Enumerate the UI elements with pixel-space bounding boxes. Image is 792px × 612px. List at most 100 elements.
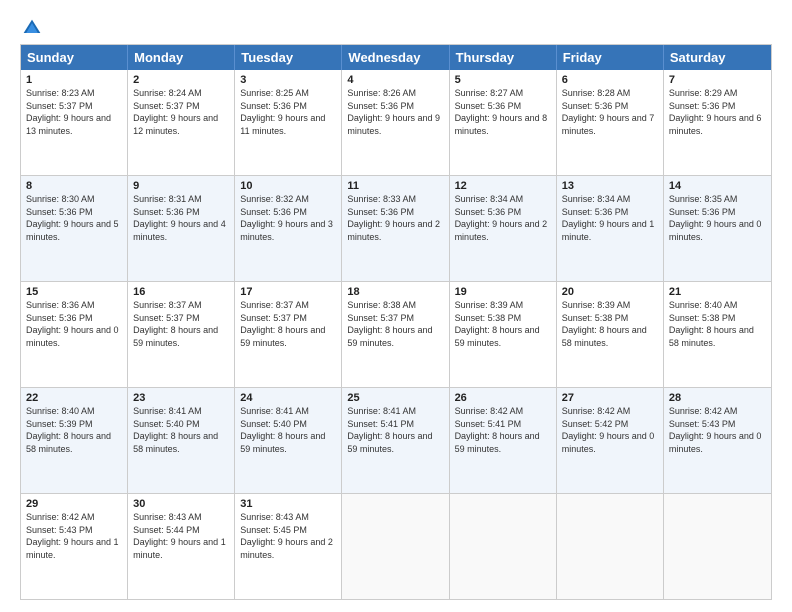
- day-info: Sunrise: 8:31 AMSunset: 5:36 PMDaylight:…: [133, 193, 229, 243]
- calendar-cell: 12Sunrise: 8:34 AMSunset: 5:36 PMDayligh…: [450, 176, 557, 281]
- day-number: 22: [26, 392, 122, 404]
- calendar-row-3: 15Sunrise: 8:36 AMSunset: 5:36 PMDayligh…: [21, 282, 771, 388]
- day-number: 13: [562, 180, 658, 192]
- calendar-cell: 4Sunrise: 8:26 AMSunset: 5:36 PMDaylight…: [342, 70, 449, 175]
- calendar-cell: 2Sunrise: 8:24 AMSunset: 5:37 PMDaylight…: [128, 70, 235, 175]
- day-number: 3: [240, 74, 336, 86]
- calendar-cell: 28Sunrise: 8:42 AMSunset: 5:43 PMDayligh…: [664, 388, 771, 493]
- day-info: Sunrise: 8:27 AMSunset: 5:36 PMDaylight:…: [455, 87, 551, 137]
- calendar-cell: 14Sunrise: 8:35 AMSunset: 5:36 PMDayligh…: [664, 176, 771, 281]
- day-info: Sunrise: 8:42 AMSunset: 5:41 PMDaylight:…: [455, 405, 551, 455]
- day-info: Sunrise: 8:40 AMSunset: 5:38 PMDaylight:…: [669, 299, 766, 349]
- day-info: Sunrise: 8:43 AMSunset: 5:44 PMDaylight:…: [133, 511, 229, 561]
- day-info: Sunrise: 8:30 AMSunset: 5:36 PMDaylight:…: [26, 193, 122, 243]
- calendar-row-1: 1Sunrise: 8:23 AMSunset: 5:37 PMDaylight…: [21, 70, 771, 176]
- calendar-cell: 6Sunrise: 8:28 AMSunset: 5:36 PMDaylight…: [557, 70, 664, 175]
- day-number: 30: [133, 498, 229, 510]
- calendar-cell: [664, 494, 771, 599]
- day-info: Sunrise: 8:28 AMSunset: 5:36 PMDaylight:…: [562, 87, 658, 137]
- calendar-cell: 9Sunrise: 8:31 AMSunset: 5:36 PMDaylight…: [128, 176, 235, 281]
- day-info: Sunrise: 8:32 AMSunset: 5:36 PMDaylight:…: [240, 193, 336, 243]
- calendar-cell: 1Sunrise: 8:23 AMSunset: 5:37 PMDaylight…: [21, 70, 128, 175]
- day-info: Sunrise: 8:24 AMSunset: 5:37 PMDaylight:…: [133, 87, 229, 137]
- day-info: Sunrise: 8:38 AMSunset: 5:37 PMDaylight:…: [347, 299, 443, 349]
- day-info: Sunrise: 8:34 AMSunset: 5:36 PMDaylight:…: [455, 193, 551, 243]
- calendar-body: 1Sunrise: 8:23 AMSunset: 5:37 PMDaylight…: [21, 70, 771, 599]
- calendar-cell: 7Sunrise: 8:29 AMSunset: 5:36 PMDaylight…: [664, 70, 771, 175]
- day-info: Sunrise: 8:39 AMSunset: 5:38 PMDaylight:…: [455, 299, 551, 349]
- calendar-cell: 15Sunrise: 8:36 AMSunset: 5:36 PMDayligh…: [21, 282, 128, 387]
- day-info: Sunrise: 8:42 AMSunset: 5:42 PMDaylight:…: [562, 405, 658, 455]
- day-info: Sunrise: 8:43 AMSunset: 5:45 PMDaylight:…: [240, 511, 336, 561]
- calendar-cell: 29Sunrise: 8:42 AMSunset: 5:43 PMDayligh…: [21, 494, 128, 599]
- calendar-cell: 22Sunrise: 8:40 AMSunset: 5:39 PMDayligh…: [21, 388, 128, 493]
- page: SundayMondayTuesdayWednesdayThursdayFrid…: [0, 0, 792, 612]
- day-info: Sunrise: 8:26 AMSunset: 5:36 PMDaylight:…: [347, 87, 443, 137]
- day-number: 12: [455, 180, 551, 192]
- header-day-sunday: Sunday: [21, 45, 128, 70]
- day-number: 24: [240, 392, 336, 404]
- day-number: 27: [562, 392, 658, 404]
- day-info: Sunrise: 8:33 AMSunset: 5:36 PMDaylight:…: [347, 193, 443, 243]
- day-number: 8: [26, 180, 122, 192]
- calendar-cell: 23Sunrise: 8:41 AMSunset: 5:40 PMDayligh…: [128, 388, 235, 493]
- header-day-monday: Monday: [128, 45, 235, 70]
- calendar-cell: 24Sunrise: 8:41 AMSunset: 5:40 PMDayligh…: [235, 388, 342, 493]
- day-info: Sunrise: 8:29 AMSunset: 5:36 PMDaylight:…: [669, 87, 766, 137]
- calendar-cell: 5Sunrise: 8:27 AMSunset: 5:36 PMDaylight…: [450, 70, 557, 175]
- header: [20, 18, 772, 38]
- day-number: 14: [669, 180, 766, 192]
- day-info: Sunrise: 8:41 AMSunset: 5:40 PMDaylight:…: [240, 405, 336, 455]
- day-number: 16: [133, 286, 229, 298]
- day-number: 28: [669, 392, 766, 404]
- day-number: 6: [562, 74, 658, 86]
- calendar-cell: 16Sunrise: 8:37 AMSunset: 5:37 PMDayligh…: [128, 282, 235, 387]
- calendar-cell: 31Sunrise: 8:43 AMSunset: 5:45 PMDayligh…: [235, 494, 342, 599]
- day-number: 19: [455, 286, 551, 298]
- calendar-cell: 18Sunrise: 8:38 AMSunset: 5:37 PMDayligh…: [342, 282, 449, 387]
- calendar-cell: 19Sunrise: 8:39 AMSunset: 5:38 PMDayligh…: [450, 282, 557, 387]
- day-number: 20: [562, 286, 658, 298]
- day-number: 15: [26, 286, 122, 298]
- calendar-cell: 25Sunrise: 8:41 AMSunset: 5:41 PMDayligh…: [342, 388, 449, 493]
- calendar-cell: 26Sunrise: 8:42 AMSunset: 5:41 PMDayligh…: [450, 388, 557, 493]
- day-number: 1: [26, 74, 122, 86]
- header-day-tuesday: Tuesday: [235, 45, 342, 70]
- logo: [20, 18, 42, 38]
- calendar-cell: [450, 494, 557, 599]
- calendar-cell: 10Sunrise: 8:32 AMSunset: 5:36 PMDayligh…: [235, 176, 342, 281]
- header-day-wednesday: Wednesday: [342, 45, 449, 70]
- calendar-cell: 13Sunrise: 8:34 AMSunset: 5:36 PMDayligh…: [557, 176, 664, 281]
- day-info: Sunrise: 8:23 AMSunset: 5:37 PMDaylight:…: [26, 87, 122, 137]
- calendar-cell: 30Sunrise: 8:43 AMSunset: 5:44 PMDayligh…: [128, 494, 235, 599]
- day-number: 7: [669, 74, 766, 86]
- day-info: Sunrise: 8:41 AMSunset: 5:41 PMDaylight:…: [347, 405, 443, 455]
- day-number: 5: [455, 74, 551, 86]
- header-day-thursday: Thursday: [450, 45, 557, 70]
- day-info: Sunrise: 8:42 AMSunset: 5:43 PMDaylight:…: [669, 405, 766, 455]
- logo-icon: [22, 18, 42, 38]
- calendar-cell: 8Sunrise: 8:30 AMSunset: 5:36 PMDaylight…: [21, 176, 128, 281]
- calendar-cell: 3Sunrise: 8:25 AMSunset: 5:36 PMDaylight…: [235, 70, 342, 175]
- day-number: 31: [240, 498, 336, 510]
- calendar-cell: [557, 494, 664, 599]
- calendar-cell: 11Sunrise: 8:33 AMSunset: 5:36 PMDayligh…: [342, 176, 449, 281]
- day-info: Sunrise: 8:40 AMSunset: 5:39 PMDaylight:…: [26, 405, 122, 455]
- day-info: Sunrise: 8:39 AMSunset: 5:38 PMDaylight:…: [562, 299, 658, 349]
- calendar-cell: 17Sunrise: 8:37 AMSunset: 5:37 PMDayligh…: [235, 282, 342, 387]
- day-number: 9: [133, 180, 229, 192]
- calendar-cell: [342, 494, 449, 599]
- header-day-saturday: Saturday: [664, 45, 771, 70]
- day-info: Sunrise: 8:25 AMSunset: 5:36 PMDaylight:…: [240, 87, 336, 137]
- day-info: Sunrise: 8:37 AMSunset: 5:37 PMDaylight:…: [240, 299, 336, 349]
- day-number: 17: [240, 286, 336, 298]
- calendar-row-5: 29Sunrise: 8:42 AMSunset: 5:43 PMDayligh…: [21, 494, 771, 599]
- day-info: Sunrise: 8:35 AMSunset: 5:36 PMDaylight:…: [669, 193, 766, 243]
- day-info: Sunrise: 8:37 AMSunset: 5:37 PMDaylight:…: [133, 299, 229, 349]
- day-number: 29: [26, 498, 122, 510]
- calendar-cell: 27Sunrise: 8:42 AMSunset: 5:42 PMDayligh…: [557, 388, 664, 493]
- calendar-cell: 21Sunrise: 8:40 AMSunset: 5:38 PMDayligh…: [664, 282, 771, 387]
- day-number: 18: [347, 286, 443, 298]
- day-number: 10: [240, 180, 336, 192]
- day-number: 11: [347, 180, 443, 192]
